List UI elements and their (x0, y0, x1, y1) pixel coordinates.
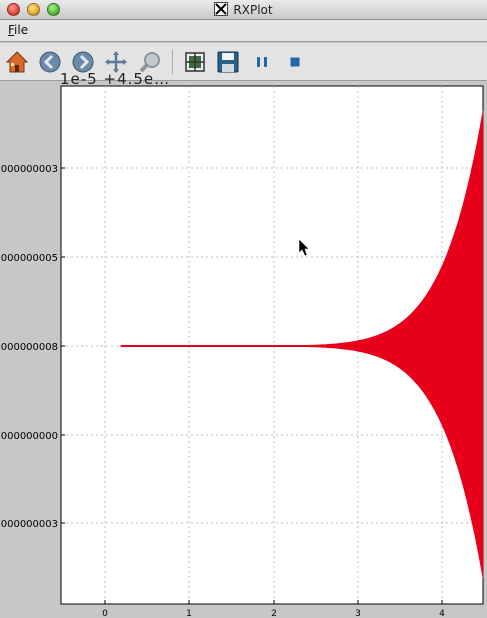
y-axis-ticks: 000000003 000000005 000000008 000000000 0000… (1, 164, 65, 530)
back-arrow-icon (39, 51, 61, 73)
menu-bar: File (0, 20, 487, 42)
x-tick-label: 3 (355, 609, 361, 618)
file-menu-label: ile (14, 23, 29, 37)
y-tick-label: 000000005 (1, 253, 58, 264)
configure-subplots-button[interactable] (183, 50, 207, 74)
save-button[interactable] (216, 50, 240, 74)
file-menu[interactable]: File (8, 23, 28, 37)
plot-canvas: 01234 0000000030000000050000000080000000… (1, 85, 484, 618)
y-tick-label: 000000008 (1, 342, 58, 353)
window-title: RXPlot (233, 3, 273, 17)
pause-icon (257, 57, 267, 67)
stop-button[interactable] (283, 50, 307, 74)
x-tick-label: 0 (102, 609, 108, 618)
x-tick-label: 4 (439, 609, 445, 618)
x-tick-label: 1 (186, 609, 192, 618)
y-tick-label: 000000003 (1, 519, 58, 530)
toolbar-separator (172, 50, 173, 74)
back-button[interactable] (38, 50, 62, 74)
home-icon (5, 51, 29, 73)
subplots-icon (185, 52, 205, 72)
floppy-disk-icon (217, 51, 239, 73)
window-title-area: RXPlot (0, 2, 487, 17)
home-button[interactable] (5, 50, 29, 74)
plot-figure: 1e-5 +4.5e… 01234 000000003 000000005 0000… (0, 70, 487, 618)
y-tick-label: 000000003 (1, 164, 58, 175)
stop-icon (290, 57, 300, 67)
y-tick-label: 000000000 (1, 431, 58, 442)
x-tick-label: 2 (271, 609, 277, 618)
x11-logo-icon (214, 2, 229, 16)
window-titlebar: RXPlot (0, 0, 487, 20)
pause-button[interactable] (250, 50, 274, 74)
